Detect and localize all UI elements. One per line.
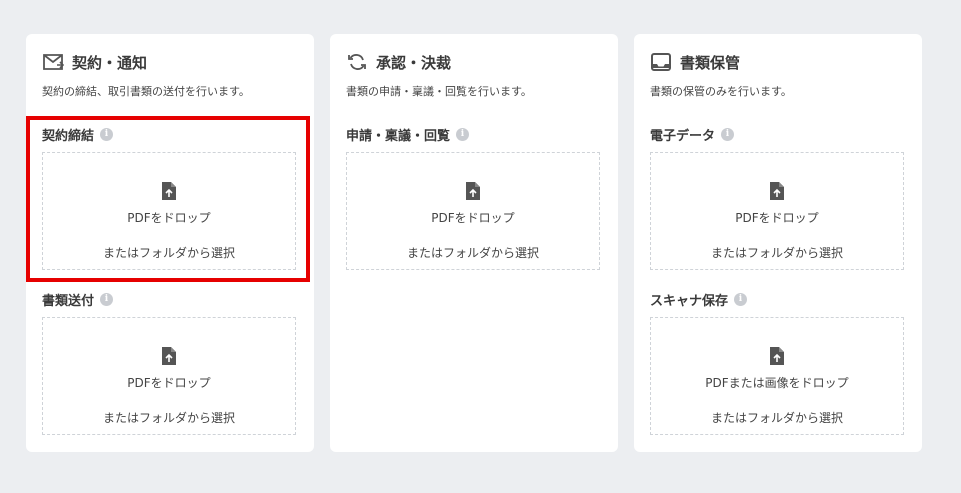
info-icon[interactable]: i — [456, 128, 470, 141]
section-label-send: 書類送付 i — [42, 290, 114, 309]
drop-text: PDFまたは画像をドロップ — [705, 376, 849, 390]
inbox-icon — [650, 51, 672, 73]
section-label-apply: 申請・稟議・回覧 i — [346, 125, 470, 144]
file-upload-icon — [770, 347, 784, 365]
section-label-text: 書類送付 — [42, 294, 95, 309]
info-icon[interactable]: i — [734, 293, 748, 306]
info-icon[interactable]: i — [721, 128, 735, 141]
card-title: 契約・通知 — [72, 53, 148, 72]
section-label-electronic: 電子データ i — [650, 125, 735, 144]
drop-zone-electronic[interactable]: PDFをドロップ またはフォルダから選択 — [650, 152, 904, 270]
drop-text: PDFをドロップ — [735, 211, 819, 225]
refresh-icon — [346, 51, 368, 73]
card-storage: 書類保管 書類の保管のみを行います。 電子データ i PDFをドロップ またはフ… — [634, 34, 922, 452]
file-upload-icon — [466, 182, 480, 200]
card-title: 書類保管 — [680, 53, 741, 72]
card-header: 承認・決裁 — [346, 51, 451, 73]
drop-zone-send[interactable]: PDFをドロップ またはフォルダから選択 — [42, 317, 296, 435]
section-label-text: スキャナ保存 — [650, 294, 729, 309]
drop-text: PDFをドロップ — [127, 376, 211, 390]
card-title: 承認・決裁 — [376, 53, 452, 72]
section-label-text: 電子データ — [650, 129, 716, 144]
select-folder-link[interactable]: またはフォルダから選択 — [407, 244, 539, 261]
file-upload-icon — [770, 182, 784, 200]
card-header: 書類保管 — [650, 51, 740, 73]
drop-zone-scanner[interactable]: PDFまたは画像をドロップ またはフォルダから選択 — [650, 317, 904, 435]
select-folder-link[interactable]: またはフォルダから選択 — [711, 244, 843, 261]
select-folder-link[interactable]: またはフォルダから選択 — [711, 409, 843, 426]
drop-text: PDFをドロップ — [431, 211, 515, 225]
card-description: 書類の申請・稟議・回覧を行います。 — [346, 85, 532, 98]
file-upload-icon — [162, 347, 176, 365]
select-folder-link[interactable]: またはフォルダから選択 — [103, 409, 235, 426]
section-label-text: 申請・稟議・回覧 — [346, 129, 451, 144]
section-label-scanner: スキャナ保存 i — [650, 290, 748, 309]
drop-zone-apply[interactable]: PDFをドロップ またはフォルダから選択 — [346, 152, 600, 270]
card-approval: 承認・決裁 書類の申請・稟議・回覧を行います。 申請・稟議・回覧 i PDFをド… — [330, 34, 618, 452]
card-description: 書類の保管のみを行います。 — [650, 85, 792, 98]
card-header: 契約・通知 — [42, 51, 147, 73]
info-icon[interactable]: i — [100, 293, 114, 306]
highlight-box — [26, 116, 310, 282]
mail-icon — [42, 51, 64, 73]
card-description: 契約の締結、取引書類の送付を行います。 — [42, 85, 250, 98]
